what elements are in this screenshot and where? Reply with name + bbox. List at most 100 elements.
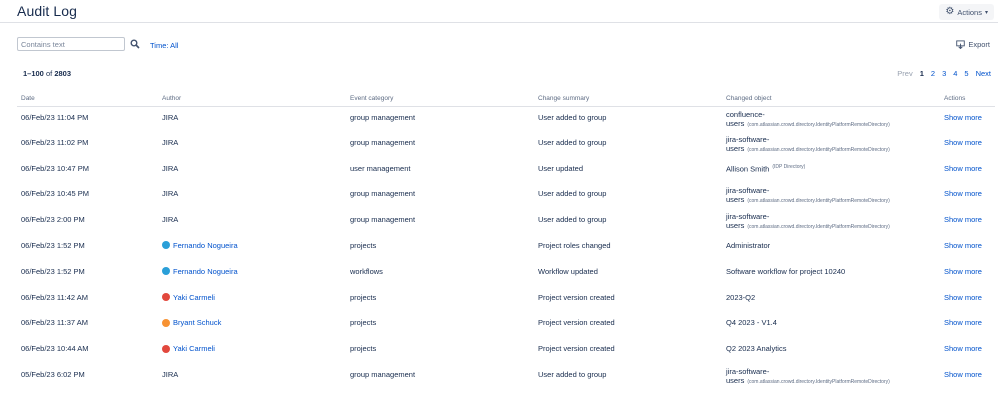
actions-cell: Show more: [944, 132, 995, 158]
column-header[interactable]: Actions: [944, 92, 995, 107]
show-more-link[interactable]: Show more: [944, 113, 982, 122]
category-cell: group management: [350, 369, 416, 379]
summary-cell: User added to group: [538, 137, 607, 147]
changed-object-name: Allison Smith: [726, 164, 770, 174]
page-link-2[interactable]: 2: [931, 69, 935, 78]
summary-cell: Project version created: [538, 318, 615, 328]
author-cell: JIRA: [162, 137, 179, 147]
avatar: [162, 344, 170, 353]
summary-cell: Project version created: [538, 344, 615, 354]
changed-object-cell: jira-software-users (com.atlassian.crowd.…: [722, 183, 944, 209]
result-of: of: [45, 69, 53, 78]
changed-object: confluence-users (com.atlassian.crowd.dir…: [726, 110, 944, 130]
author-cell: JIRA: [162, 215, 179, 225]
table-row: 06/Feb/23 11:42 AM Yaki Carmeli projects Pr…: [17, 287, 995, 313]
actions-cell: Show more: [944, 158, 995, 184]
show-more-link[interactable]: Show more: [944, 318, 982, 327]
page-link-1[interactable]: 1: [920, 69, 924, 78]
summary-cell: Workflow updated: [538, 266, 598, 276]
category-cell: projects: [350, 344, 377, 354]
audit-log-table: Date Author Event category Change summary Ch…: [17, 92, 995, 390]
author-link[interactable]: Fernando Nogueira: [162, 267, 238, 276]
changed-object-cell: 2023-Q2: [722, 287, 944, 313]
show-more-link[interactable]: Show more: [944, 344, 982, 353]
table-row: 06/Feb/23 1:52 PM Fernando Nogueira projec…: [17, 235, 995, 261]
summary-cell: User added to group: [538, 369, 607, 379]
search-input[interactable]: [17, 37, 125, 51]
changed-object-cell: Software workflow for project 10240: [722, 261, 944, 287]
changed-object-name: jira-software-: [726, 186, 770, 196]
table-row: 05/Feb/23 6:02 PM JIRA group management Use…: [17, 364, 995, 390]
table-row: 06/Feb/23 11:37 AM Bryant Schuck projects P…: [17, 312, 995, 338]
author-link[interactable]: Yaki Carmeli: [162, 344, 215, 353]
show-more-link[interactable]: Show more: [944, 215, 982, 224]
changed-object: jira-software-users (com.atlassian.crowd.…: [726, 135, 944, 155]
show-more-link[interactable]: Show more: [944, 267, 982, 276]
changed-object-cell: jira-software-users (com.atlassian.crowd.…: [722, 132, 944, 158]
table-row: 06/Feb/23 1:52 PM Fernando Nogueira workfl…: [17, 261, 995, 287]
time-filter[interactable]: Time: All: [150, 41, 178, 50]
page-link-4[interactable]: 4: [953, 69, 957, 78]
author-cell: JIRA: [162, 369, 179, 379]
changed-object-name-cont: users: [726, 375, 745, 385]
changed-object-name: jira-software-: [726, 366, 770, 376]
category-cell: group management: [350, 112, 416, 122]
date-cell: 06/Feb/23 11:42 AM: [21, 292, 88, 302]
next-page-button[interactable]: Next: [976, 69, 991, 78]
summary-cell: User added to group: [538, 189, 607, 199]
prev-page-button[interactable]: Prev: [897, 69, 912, 78]
actions-cell: Show more: [944, 106, 995, 132]
search-icon[interactable]: [130, 39, 140, 49]
table-row: 06/Feb/23 2:00 PM JIRA group management Use…: [17, 209, 995, 235]
show-more-link[interactable]: Show more: [944, 164, 982, 173]
show-more-link[interactable]: Show more: [944, 138, 982, 147]
actions-cell: Show more: [944, 261, 995, 287]
changed-object: jira-software-users (com.atlassian.crowd.…: [726, 367, 944, 387]
page-link-5[interactable]: 5: [964, 69, 968, 78]
date-cell: 06/Feb/23 10:45 PM: [21, 189, 89, 199]
changed-object-directory: (IDP Directory): [772, 163, 806, 170]
changed-object-name: 2023-Q2: [726, 292, 756, 302]
column-header[interactable]: Change summary: [534, 92, 722, 107]
author-link[interactable]: Fernando Nogueira: [162, 241, 238, 250]
export-label: Export: [968, 40, 990, 49]
changed-object-cell: Q4 2023 - V1.4: [722, 312, 944, 338]
category-cell: workflows: [350, 266, 383, 276]
author-link[interactable]: Yaki Carmeli: [162, 293, 215, 302]
category-cell: projects: [350, 318, 377, 328]
actions-button[interactable]: ⚙ Actions ▾: [939, 4, 994, 20]
changed-object-directory: (com.atlassian.crowd.directory.IdentityP…: [747, 378, 890, 385]
column-header[interactable]: Changed object: [722, 92, 944, 107]
export-button[interactable]: Export: [956, 40, 990, 49]
table-row: 06/Feb/23 11:02 PM JIRA group management Us…: [17, 132, 995, 158]
actions-cell: Show more: [944, 364, 995, 390]
changed-object-name: Software workflow for project 10240: [726, 266, 846, 276]
column-header[interactable]: Event category: [346, 92, 534, 107]
result-range: 1–100: [23, 69, 44, 78]
date-cell: 06/Feb/23 1:52 PM: [21, 266, 85, 276]
summary-cell: User added to group: [538, 112, 607, 122]
date-cell: 06/Feb/23 2:00 PM: [21, 215, 85, 225]
show-more-link[interactable]: Show more: [944, 189, 982, 198]
actions-cell: Show more: [944, 312, 995, 338]
author-cell: Yaki Carmeli: [158, 287, 346, 313]
changed-object-directory: (com.atlassian.crowd.directory.IdentityP…: [747, 146, 890, 153]
category-cell: group management: [350, 137, 416, 147]
author-name: Yaki Carmeli: [173, 344, 215, 354]
gear-icon: ⚙: [945, 6, 955, 17]
chevron-down-icon: ▾: [984, 9, 988, 16]
show-more-link[interactable]: Show more: [944, 293, 982, 302]
author-cell: Yaki Carmeli: [158, 338, 346, 364]
date-cell: 06/Feb/23 11:04 PM: [21, 112, 89, 122]
category-cell: group management: [350, 215, 416, 225]
export-icon: [956, 40, 966, 49]
actions-label: Actions: [957, 7, 982, 17]
show-more-link[interactable]: Show more: [944, 241, 982, 250]
page-link-3[interactable]: 3: [942, 69, 946, 78]
show-more-link[interactable]: Show more: [944, 370, 982, 379]
table-row: 06/Feb/23 11:04 PM JIRA group management Us…: [17, 106, 995, 132]
column-header[interactable]: Date: [17, 92, 158, 107]
table-header-row: Date Author Event category Change summary Ch…: [17, 92, 995, 107]
author-link[interactable]: Bryant Schuck: [162, 318, 221, 327]
column-header[interactable]: Author: [158, 92, 346, 107]
